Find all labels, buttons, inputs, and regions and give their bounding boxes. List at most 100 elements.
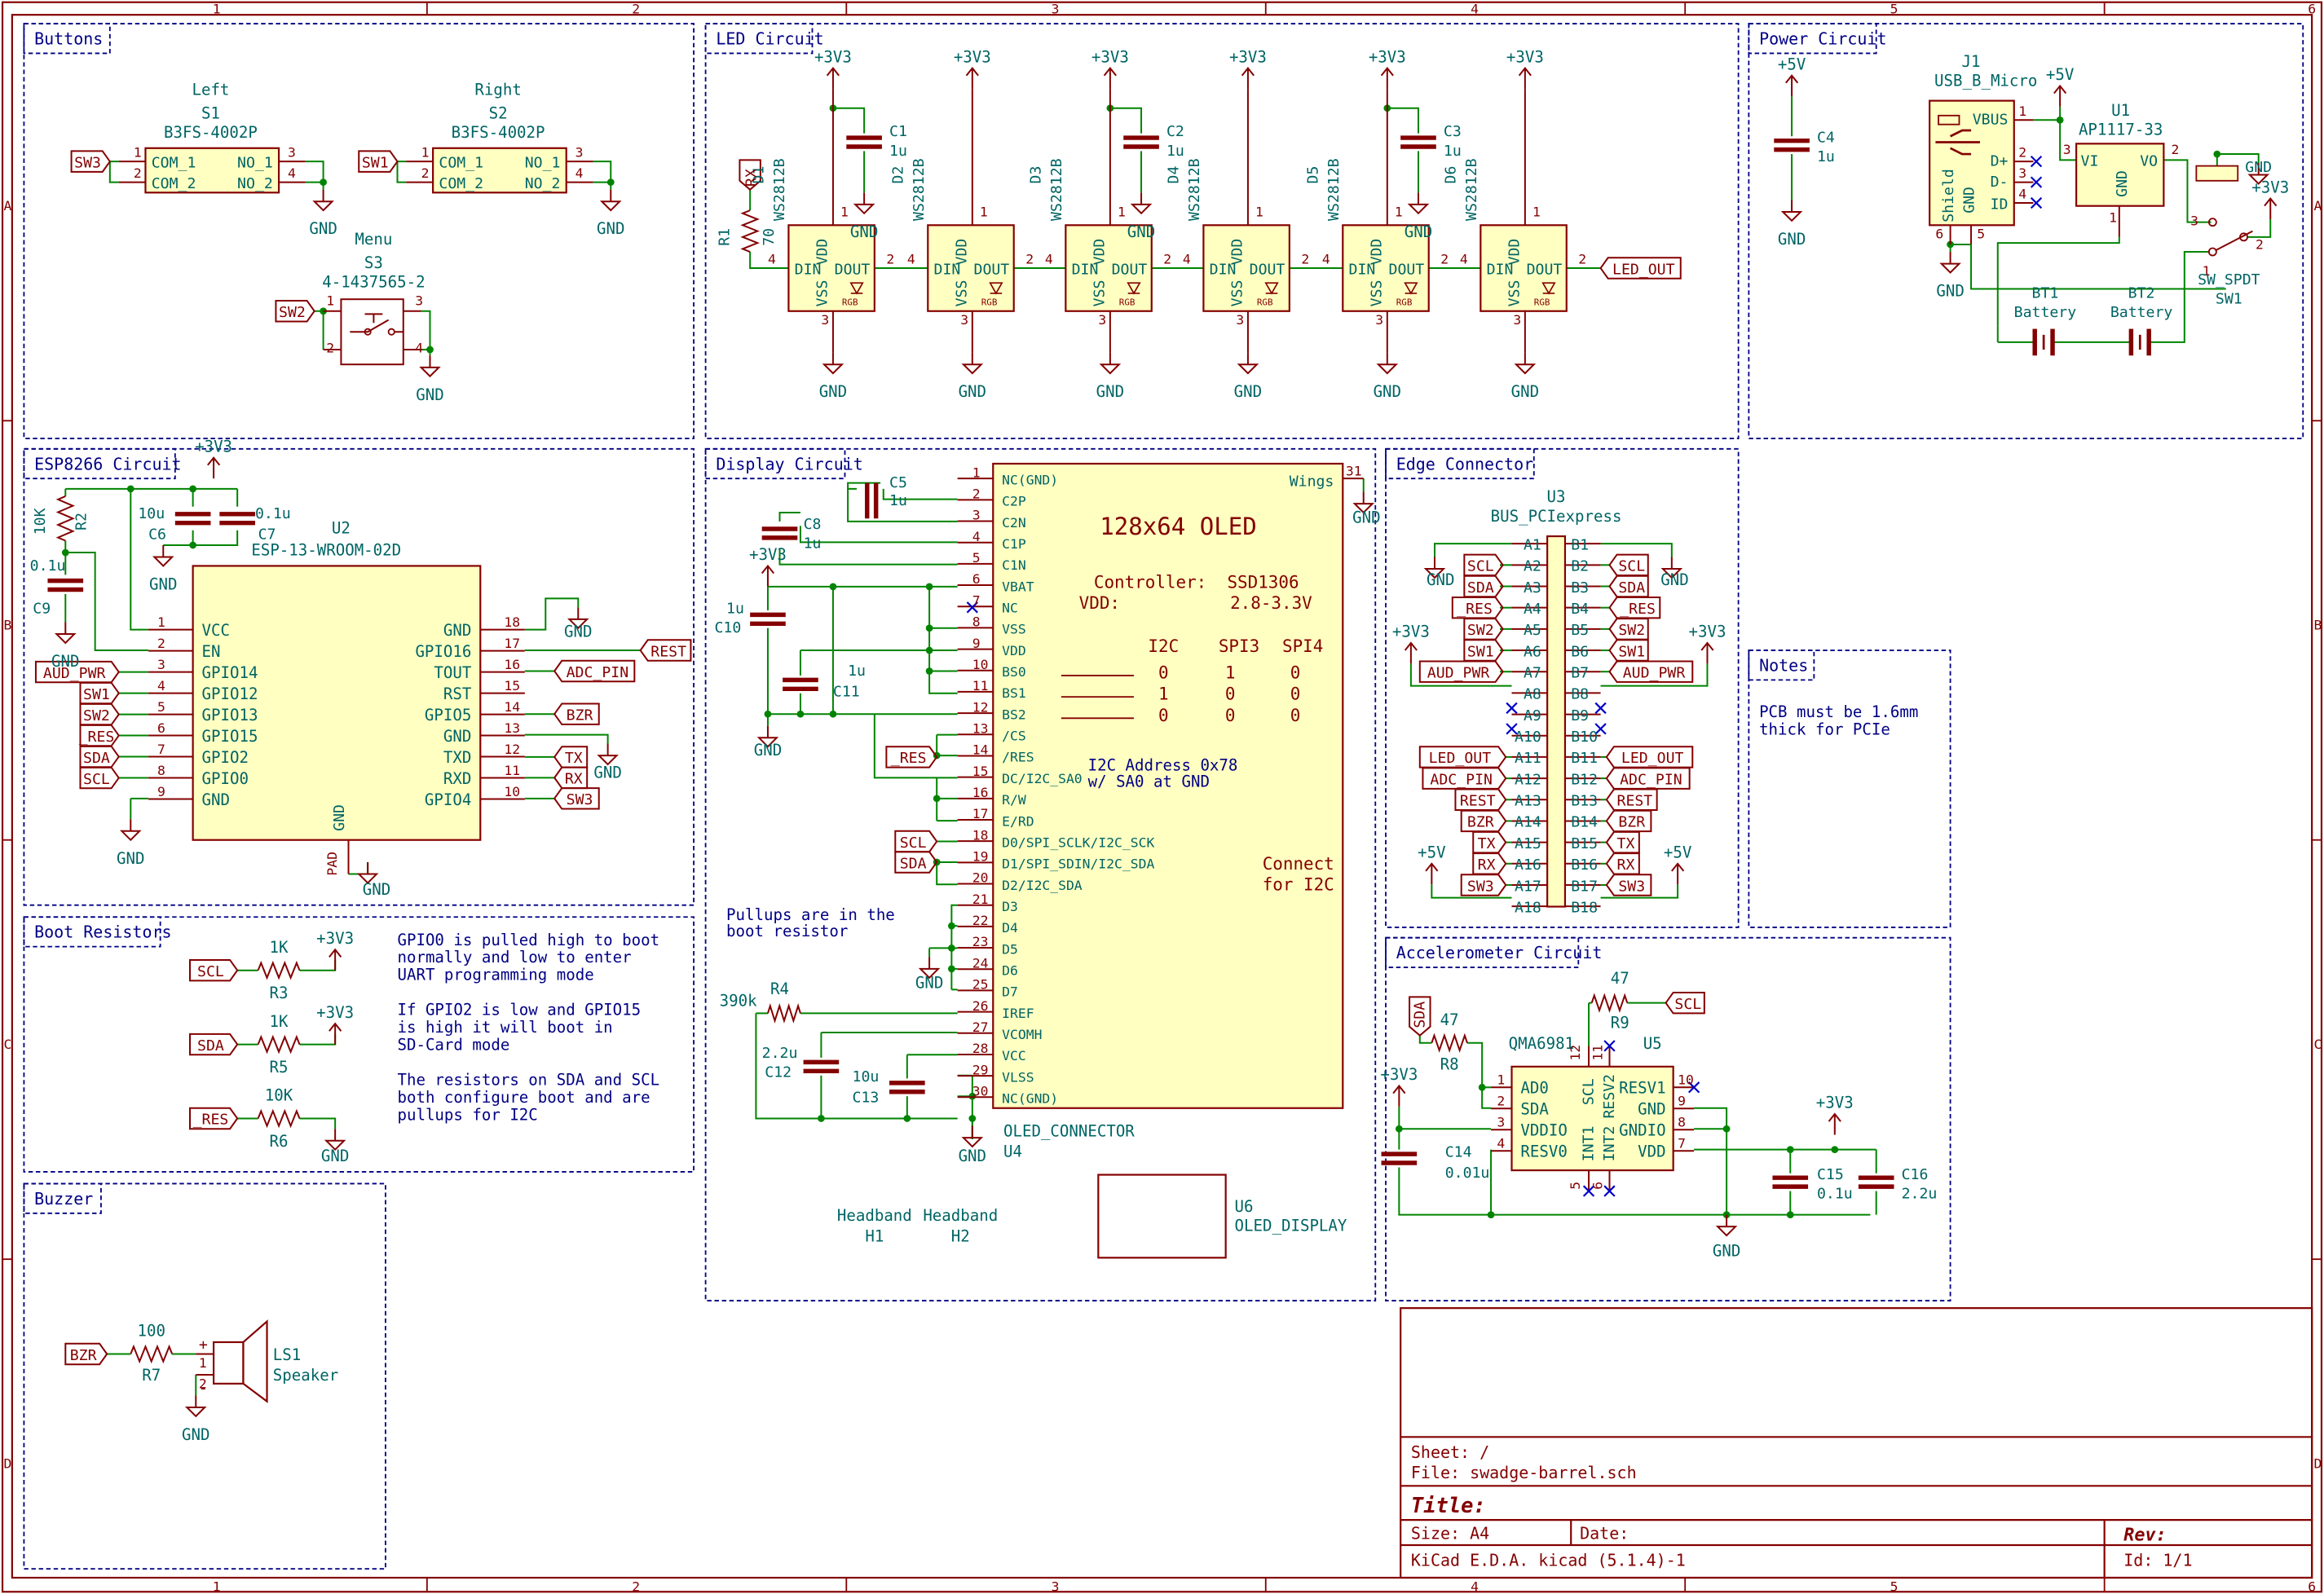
boot-note-line: both configure boot and are <box>397 1089 650 1107</box>
label-text: 15 <box>504 678 520 694</box>
label-text: I2C <box>1148 636 1179 656</box>
label-text: VLSS <box>1002 1069 1034 1085</box>
label-text: 1K <box>270 1013 289 1031</box>
frame-row-letter: D <box>3 1455 11 1471</box>
label-text: 1 <box>157 614 165 630</box>
label-text: 4 <box>157 678 165 694</box>
label-text: 2 <box>421 165 430 181</box>
label-text: RX <box>1617 856 1635 874</box>
ground-label: GND <box>959 383 986 401</box>
label-text: R4 <box>770 980 789 998</box>
label-text: DOUT <box>1389 261 1425 278</box>
label-text: C13 <box>853 1089 880 1106</box>
led-value: WS2812B <box>771 158 788 221</box>
section-led-title: LED Circuit <box>716 29 823 49</box>
label-text: Headband <box>923 1207 998 1225</box>
label-text: 3 <box>415 293 423 308</box>
label-text: 0 <box>1290 685 1301 704</box>
label-text: 0 <box>1290 663 1301 683</box>
label-text: GND <box>564 623 592 641</box>
label-text: 8 <box>157 763 165 778</box>
label-text: GPIO14 <box>202 664 258 682</box>
label-text: C2N <box>1002 515 1026 531</box>
ground-label: GND <box>1778 231 1806 249</box>
label-text: 3 <box>1098 312 1106 328</box>
label-text: _RES <box>1457 601 1493 618</box>
label-text: 6 <box>972 571 981 587</box>
label-text: U2 <box>332 519 351 537</box>
label-text: RGB <box>842 297 858 307</box>
label-text: VDD: <box>1079 593 1120 613</box>
label-text: 5 <box>1568 1182 1583 1190</box>
label-text: C4 <box>1817 130 1835 147</box>
label-text: 10 <box>504 784 520 799</box>
boot-note-line: SD-Card mode <box>397 1036 509 1054</box>
label-text: 24 <box>972 955 989 971</box>
label-text: SW2 <box>83 707 110 724</box>
label-text: BUS_PCIexpress <box>1491 508 1622 526</box>
junction-dot <box>1786 1211 1794 1218</box>
ground-label: GND <box>597 220 624 238</box>
label-text: COM_1 <box>152 154 196 171</box>
label-text: Headband <box>837 1207 912 1225</box>
label-text: 31 <box>1346 464 1362 479</box>
button-value: B3FS-4002P <box>164 124 258 142</box>
solder-jumper <box>2195 165 2239 182</box>
label-text: 16 <box>972 785 989 800</box>
frame-column-number: 3 <box>1052 1579 1060 1594</box>
label-text: w/ SA0 at GND <box>1088 773 1210 790</box>
power-label: +3V3 <box>195 438 232 456</box>
label-text: 1u <box>804 535 822 553</box>
led-value: WS2812B <box>1463 158 1480 221</box>
label-text: B14 <box>1571 814 1598 831</box>
label-text: 0 <box>1290 706 1301 725</box>
button-value: B3FS-4002P <box>452 124 545 142</box>
label-text: AUD_PWR <box>1623 664 1686 681</box>
led-ref: D3 <box>1027 166 1044 184</box>
label-text: SW1 <box>83 686 110 703</box>
label-text: 2.2u <box>1902 1186 1938 1203</box>
label-text: GND <box>2114 170 2131 197</box>
section-accel-title: Accelerometer Circuit <box>1396 943 1603 962</box>
label-text: 1u <box>848 663 866 680</box>
junction-dot <box>925 667 933 675</box>
label-text: SCL <box>83 771 110 788</box>
label-text: RGB <box>981 297 998 307</box>
label-text: GPIO0 <box>202 770 249 788</box>
junction-dot <box>606 178 615 186</box>
label-text: E/RD <box>1002 813 1034 829</box>
label-text: 2 <box>199 1376 207 1391</box>
label-text: GND <box>321 1147 349 1165</box>
power-label: +5V <box>1778 55 1806 73</box>
led-ref: D2 <box>889 166 906 184</box>
section-power-title: Power Circuit <box>1759 29 1886 49</box>
label-text: U4 <box>1003 1143 1022 1161</box>
label-text: 14 <box>972 742 989 758</box>
junction-dot <box>1831 1146 1839 1154</box>
label-text: 4 <box>575 165 584 181</box>
label-text: SCL <box>1674 996 1701 1013</box>
label-text: GPIO5 <box>425 707 471 724</box>
section-notes-title: Notes <box>1759 655 1808 675</box>
label-text: 4 <box>288 165 296 181</box>
label-text: Wings <box>1290 473 1334 490</box>
label-text: R3 <box>270 984 289 1002</box>
label-text: 128x64 OLED <box>1100 513 1257 540</box>
button-title: Right <box>474 81 521 99</box>
label-text: GND <box>1638 1101 1665 1119</box>
label-text: A13 <box>1515 793 1541 810</box>
ground-label: GND <box>309 220 337 238</box>
frame-column-number: 1 <box>213 1 221 16</box>
label-text: A8 <box>1524 686 1541 703</box>
label-text: SDA <box>900 855 927 872</box>
junction-dot <box>126 485 135 493</box>
label-text: R6 <box>270 1133 289 1151</box>
junction-dot <box>1487 1211 1495 1218</box>
ground-label: GND <box>1511 383 1539 401</box>
label-text: SCL <box>1467 558 1494 575</box>
label-text: AUD_PWR <box>43 665 106 682</box>
label-text: boot resistor <box>726 922 848 940</box>
power-label: +3V3 <box>1506 48 1544 66</box>
label-text: DC/I2C_SA0 <box>1002 771 1083 786</box>
junction-dot <box>903 1115 911 1122</box>
